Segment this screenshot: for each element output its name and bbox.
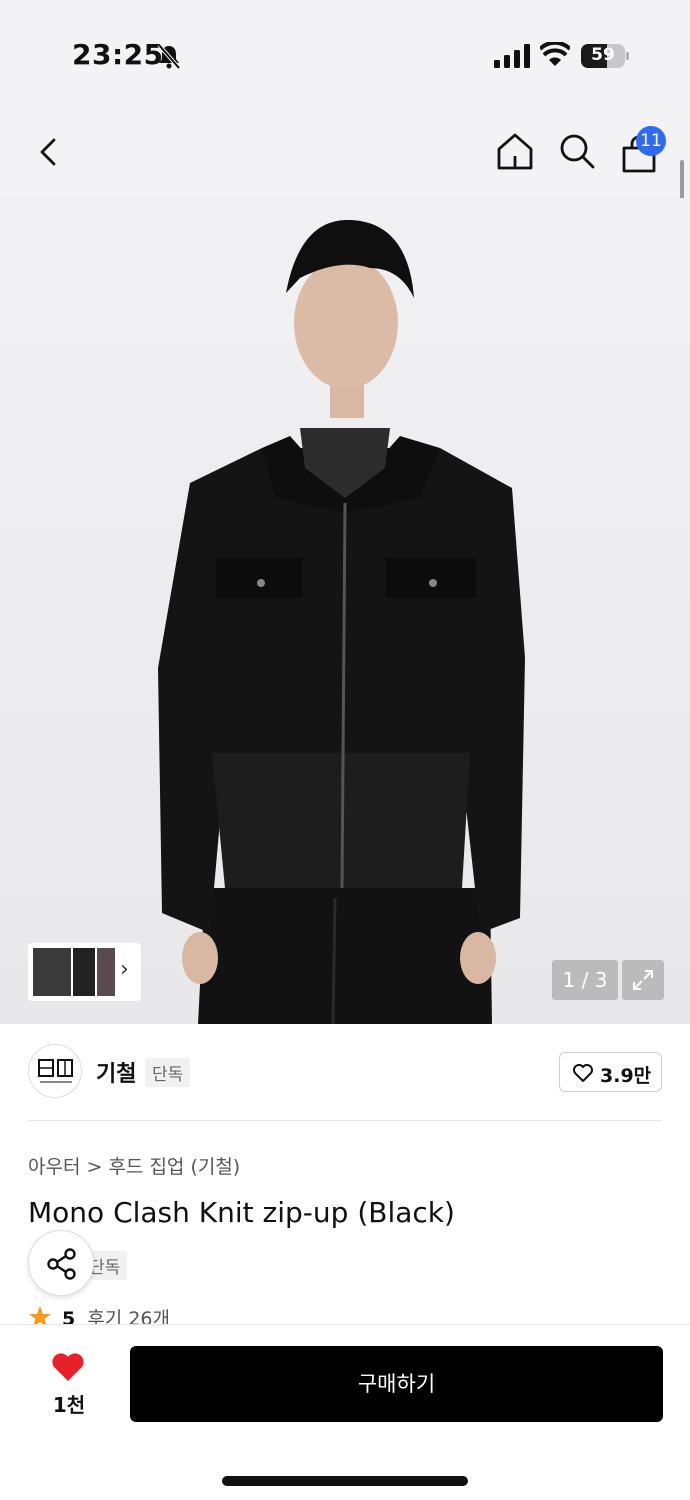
chevron-right-icon[interactable]: › — [120, 957, 129, 982]
cart-button[interactable]: 11 — [616, 126, 666, 176]
home-icon[interactable] — [494, 130, 536, 172]
thumbnail-strip[interactable]: › — [28, 943, 141, 1001]
cart-count-badge: 11 — [636, 126, 666, 156]
brand-exclusive-tag: 단독 — [145, 1058, 191, 1087]
battery-cap — [626, 52, 629, 60]
heart-outline-icon — [573, 1064, 593, 1082]
back-arrow-icon[interactable] — [30, 132, 70, 172]
brand-like-button[interactable]: 3.9만 — [559, 1052, 662, 1092]
expand-icon — [633, 970, 653, 990]
expand-image-button[interactable] — [622, 960, 664, 1000]
bell-muted-icon — [157, 43, 181, 70]
brand-like-count: 3.9만 — [600, 1065, 652, 1087]
share-icon — [47, 1248, 76, 1280]
thumbnail-3[interactable] — [97, 948, 115, 996]
status-bar: 23:25 59 — [0, 0, 690, 110]
status-time: 23:25 — [72, 38, 164, 71]
brand-row: 기철 단독 3.9만 — [0, 1024, 690, 1121]
battery-percent: 59 — [591, 45, 615, 65]
brand-name[interactable]: 기철 — [96, 1056, 136, 1088]
cellular-signal-icon — [494, 44, 530, 68]
app-header: 11 — [0, 110, 690, 198]
image-page-counter: 1 / 3 — [552, 960, 618, 1000]
favorite-count: 1천 — [52, 1393, 86, 1417]
battery-indicator: 59 — [581, 44, 629, 68]
favorite-button[interactable]: 1천 — [28, 1347, 110, 1425]
buy-button[interactable]: 구매하기 — [130, 1346, 663, 1422]
product-title: Mono Clash Knit zip-up (Black) — [28, 1196, 455, 1229]
bottom-action-bar: 1천 구매하기 — [0, 1324, 690, 1500]
heart-filled-icon — [52, 1353, 84, 1381]
wifi-icon — [540, 42, 570, 66]
share-button[interactable] — [28, 1230, 94, 1296]
home-indicator[interactable] — [222, 1476, 468, 1486]
search-icon[interactable] — [556, 130, 598, 172]
product-photo — [158, 219, 525, 1024]
brand-logo-mark — [38, 1059, 73, 1083]
breadcrumb[interactable]: 아우터 > 후드 집업 (기철) — [28, 1152, 240, 1179]
thumbnail-1[interactable] — [33, 948, 71, 996]
brand-logo[interactable] — [28, 1044, 82, 1098]
section-divider — [28, 1120, 662, 1121]
product-image-gallery[interactable]: › 1 / 3 — [0, 198, 690, 1024]
thumbnail-2[interactable] — [73, 948, 95, 996]
battery-body: 59 — [581, 44, 625, 68]
